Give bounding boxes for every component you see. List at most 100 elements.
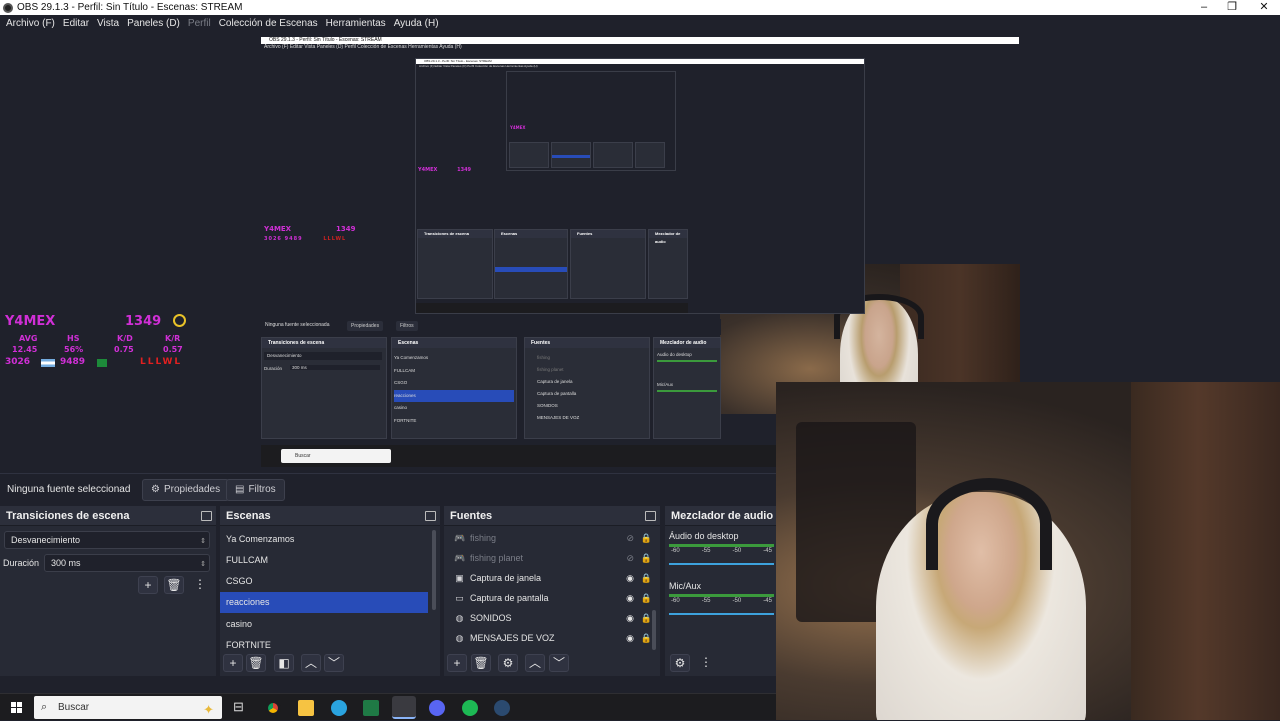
undock-icon[interactable] [201,511,212,521]
scene-item[interactable]: FULLCAM [220,550,440,571]
scene-item[interactable]: Ya Comenzamos [220,529,440,550]
search-icon: ⌕ [41,701,48,713]
move-source-down-button[interactable]: ﹀ [549,654,569,672]
menu-vista[interactable]: Vista [97,18,119,29]
source-item[interactable]: ▭ Captura de pantalla ◉ 🔒 [444,588,660,608]
webcam-capture [776,382,1280,720]
source-item[interactable]: 🎮 fishing ⊘ 🔒 [444,528,660,548]
nested-mixer-title: Mezclador de audio [649,230,687,244]
mic-aux-meter [669,594,774,597]
taskbar-search[interactable]: ⌕ Buscar ✦ [34,696,222,719]
eye-hidden-icon[interactable]: ⊘ [626,528,634,548]
nested-scenes-dock: Escenas [494,229,568,299]
discord-icon[interactable] [429,700,445,716]
eye-icon[interactable]: ◉ [626,568,634,588]
remove-transition-button[interactable]: 🗑 [164,576,184,594]
advanced-audio-button[interactable]: ⚙ [670,654,690,672]
nested-obs-window-3 [506,71,676,171]
source-properties-button[interactable]: ⚙ [498,654,518,672]
hud-value-kd: 0.75 [114,345,134,354]
properties-button[interactable]: ⚙ Propiedades [142,479,230,501]
transition-select[interactable]: Desvanecimiento ⇕ [4,531,210,549]
menu-bar: Archivo (F) Editar Vista Paneles (D) Per… [0,15,1280,32]
move-scene-up-button[interactable]: ︿ [301,654,321,672]
gamepad-icon: 🎮 [454,553,466,563]
window-title: OBS 29.1.3 - Perfil: Sin Título - Escena… [17,2,243,13]
lock-icon[interactable]: 🔒 [641,628,652,648]
duration-spinbox[interactable]: 300 ms ⇕ [44,554,210,572]
chrome-icon[interactable] [265,700,281,716]
globe-icon: ◍ [455,633,464,643]
transition-menu-button[interactable]: ⋮ [190,576,210,594]
mic-aux-volume-slider[interactable] [669,613,774,615]
gear-icon: ⚙ [151,484,160,495]
add-source-button[interactable]: + [447,654,467,672]
desktop-audio-volume-slider[interactable] [669,563,774,565]
nested-obs-window-2: OBS 29.1.3 - Perfil: Sin Título - Escena… [415,58,865,314]
sources-title: Fuentes [450,510,493,522]
scene-item[interactable]: CSGO [220,571,440,592]
source-item[interactable]: ◍ MENSAJES DE VOZ ◉ 🔒 [444,628,660,648]
file-explorer-icon[interactable] [298,700,314,716]
source-item[interactable]: ◍ SONIDOS ◉ 🔒 [444,608,660,628]
telegram-icon[interactable] [331,700,347,716]
steam-icon[interactable] [494,700,510,716]
eye-icon[interactable]: ◉ [626,628,634,648]
windows-start-icon[interactable] [11,702,22,713]
lock-icon[interactable]: 🔒 [641,608,652,628]
maximize-button[interactable]: ❐ [1216,0,1248,15]
lock-icon[interactable]: 🔒 [641,548,652,568]
add-transition-button[interactable]: + [138,576,158,594]
nested1-scene-item-selected: reacciones [394,389,514,402]
scene-filters-button[interactable]: ◧ [274,654,294,672]
menu-coleccion-escenas[interactable]: Colección de Escenas [219,18,318,29]
scenes-dock: Escenas Ya Comenzamos FULLCAM CSGO reacc… [220,506,440,676]
nested1-source-item: Captura de pantalla [537,391,577,396]
obs-app-icon [3,2,13,13]
move-scene-down-button[interactable]: ﹀ [324,654,344,672]
move-source-up-button[interactable]: ︿ [525,654,545,672]
nested-taskbar-search: Buscar [281,449,391,463]
scene-item[interactable]: casino [220,614,440,635]
menu-ayuda[interactable]: Ayuda (H) [394,18,439,29]
remove-scene-button[interactable]: 🗑 [246,654,266,672]
excel-icon[interactable] [363,700,379,716]
source-item[interactable]: 🎮 fishing planet ⊘ 🔒 [444,548,660,568]
spotify-icon[interactable] [462,700,478,716]
lock-icon[interactable]: 🔒 [641,528,652,548]
eye-hidden-icon[interactable]: ⊘ [626,548,634,568]
task-view-icon[interactable]: ⊟ [233,699,244,715]
close-button[interactable]: ✕ [1248,0,1280,15]
lock-icon[interactable]: 🔒 [641,588,652,608]
sources-header: Fuentes [444,506,660,526]
add-scene-button[interactable]: + [223,654,243,672]
obs-taskbar-icon[interactable] [392,696,416,719]
nested-hud-1: Y4MEX 1349 3026 9489 LLLWL [264,225,374,242]
hud-player-name: Y4MEX [5,314,56,329]
source-item[interactable]: ▣ Captura de janela ◉ 🔒 [444,568,660,588]
undock-icon[interactable] [645,511,656,521]
scene-item[interactable]: FORTNITE [220,635,440,650]
menu-editar[interactable]: Editar [63,18,89,29]
nested1-source-list: fishing fishing planet Captura de janela… [537,352,579,424]
sparkle-icon: ✦ [203,702,214,717]
scenes-scrollbar[interactable] [432,530,436,610]
lock-icon[interactable]: 🔒 [641,568,652,588]
menu-archivo[interactable]: Archivo (F) [6,18,55,29]
menu-paneles[interactable]: Paneles (D) [127,18,180,29]
remove-source-button[interactable]: 🗑 [471,654,491,672]
menu-herramientas[interactable]: Herramientas [326,18,386,29]
eye-icon[interactable]: ◉ [626,608,634,628]
nested1-desktop-audio: Audio do desktop [657,352,692,357]
sources-scrollbar[interactable] [652,610,656,650]
duration-label: Duración [3,558,40,568]
eye-icon[interactable]: ◉ [626,588,634,608]
hud-label-hs: HS [67,334,80,343]
nested-source-bar: Ninguna fuente seleccionada Propiedades … [261,319,721,335]
hud-label-kd: K/D [117,334,133,343]
scene-item-selected[interactable]: reacciones [220,592,428,613]
game-stats-overlay: Y4MEX 1349 AVG HS K/D K/R 12.45 56% 0.75… [5,314,195,370]
filters-button[interactable]: ▤ Filtros [226,479,285,501]
mixer-menu-button[interactable]: ⋮ [696,654,716,672]
undock-icon[interactable] [425,511,436,521]
